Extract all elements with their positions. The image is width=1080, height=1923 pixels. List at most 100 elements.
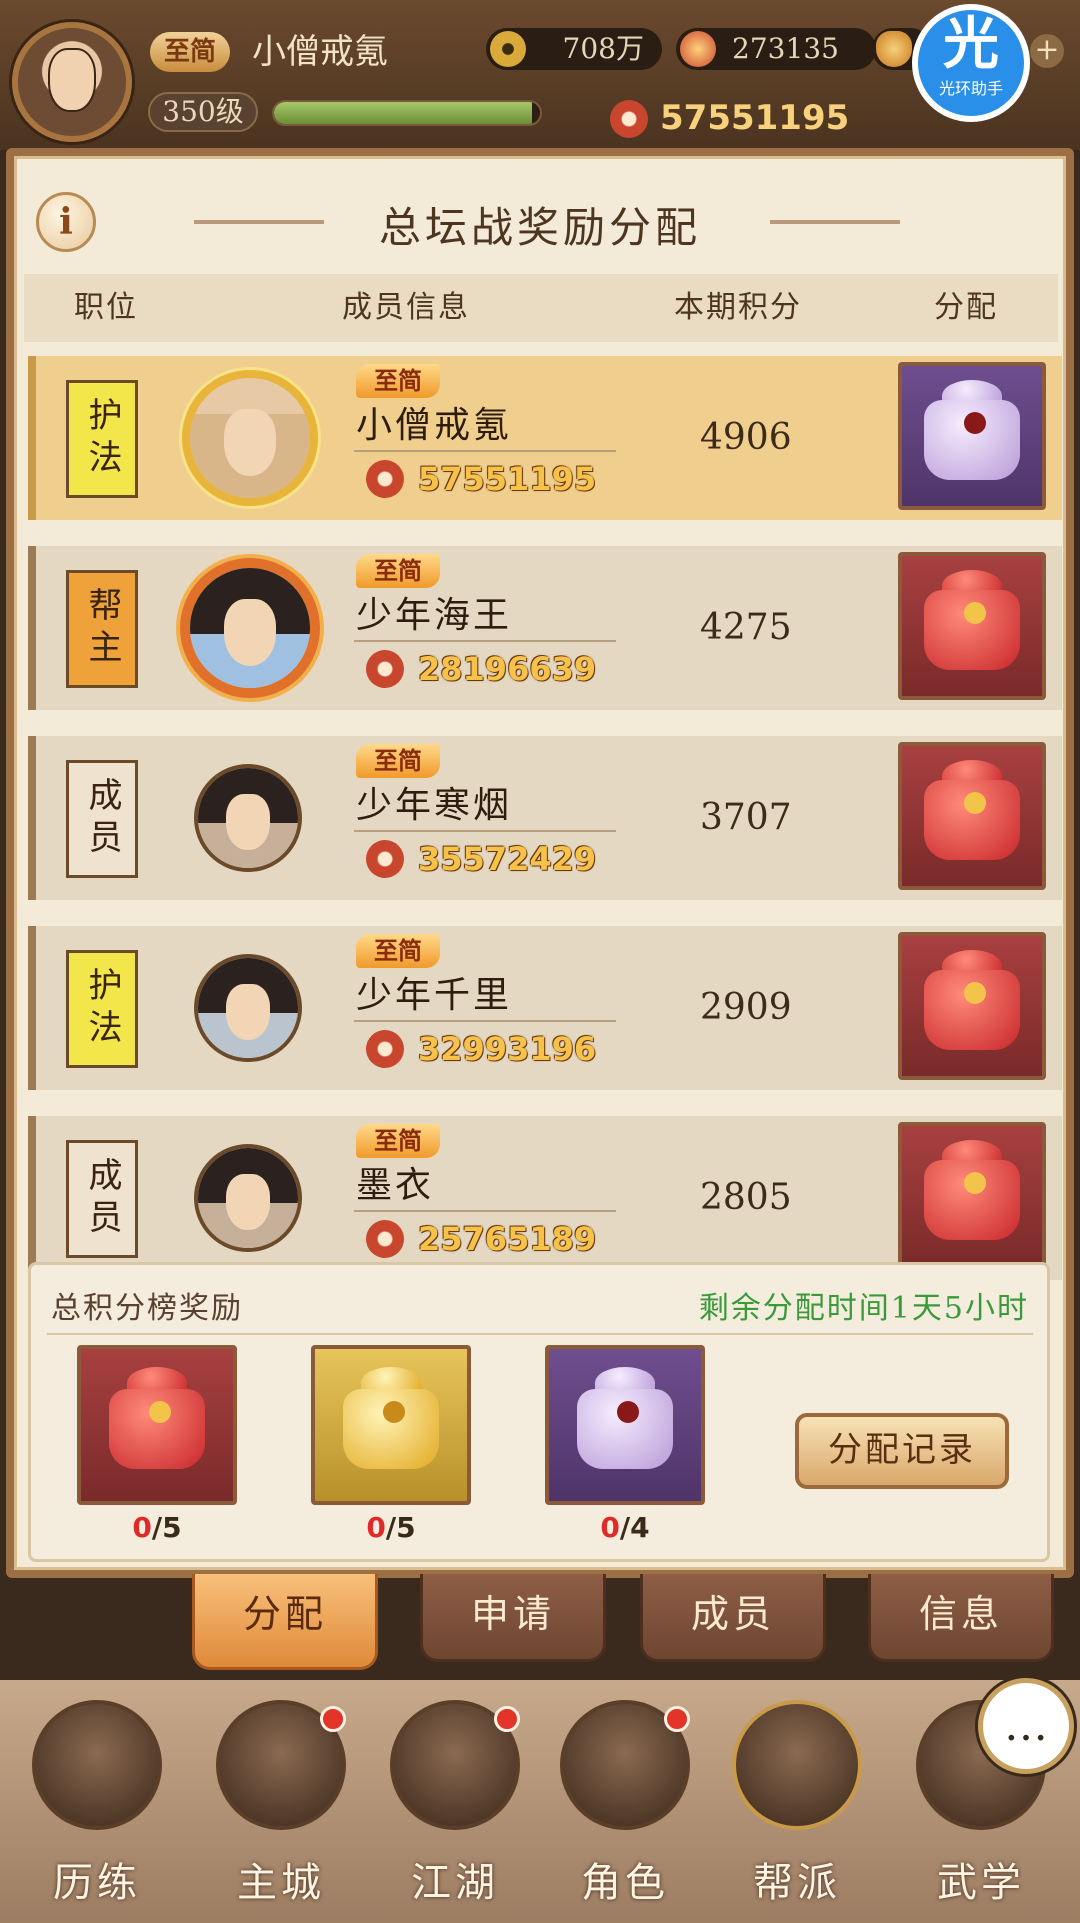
vip-badge: 至简 xyxy=(356,744,440,778)
vip-badge: 至简 xyxy=(356,1124,440,1158)
player-avatar[interactable] xyxy=(12,22,132,142)
name-divider xyxy=(354,1020,616,1022)
vip-badge: 至简 xyxy=(356,554,440,588)
reward-item[interactable]: 0/4 xyxy=(545,1345,705,1545)
member-power-value: 32993196 xyxy=(418,1030,597,1068)
rewards-divider xyxy=(47,1333,1033,1335)
nav-character[interactable]: 角色 xyxy=(550,1700,700,1915)
member-row: 帮主 至简 少年海王 28196639 4275 xyxy=(28,546,1062,710)
remaining-time: 剩余分配时间1天5小时 xyxy=(698,1291,1029,1326)
notification-dot xyxy=(494,1706,520,1732)
reward-count-current: 0 xyxy=(600,1511,620,1544)
power-icon xyxy=(366,840,404,878)
allocate-gift-button[interactable] xyxy=(898,1122,1046,1270)
player-name: 小僧戒氪 xyxy=(252,32,388,72)
rank-tag: 护法 xyxy=(66,950,138,1068)
header-score: 本期积分 xyxy=(674,290,802,325)
member-row: 护法 至简 小僧戒氪 57551195 4906 xyxy=(28,356,1062,520)
plus-icon[interactable]: + xyxy=(1030,34,1064,68)
gold-gift-box[interactable] xyxy=(311,1345,471,1505)
power-icon xyxy=(366,460,404,498)
reward-item[interactable]: 0/5 xyxy=(311,1345,471,1545)
member-power-value: 57551195 xyxy=(418,460,597,498)
member-list[interactable]: 护法 至简 小僧戒氪 57551195 4906 帮主 至简 少年海王 2819… xyxy=(28,356,1062,1302)
allocate-gift-button[interactable] xyxy=(898,742,1046,890)
guild-management-label: 帮派管 xyxy=(78,1620,175,1658)
exp-bar xyxy=(272,100,542,126)
member-row: 成员 至简 少年寒烟 35572429 3707 xyxy=(28,736,1062,900)
nav-label: 角色 xyxy=(581,1860,669,1906)
panel-title: 总坛战奖励分配 xyxy=(378,203,701,252)
member-power-value: 28196639 xyxy=(418,650,597,688)
notification-dot xyxy=(320,1706,346,1732)
player-power-value: 57551195 xyxy=(660,98,850,138)
rewards-title: 总积分榜奖励 xyxy=(51,1291,243,1326)
member-power-value: 25765189 xyxy=(418,1220,597,1258)
reward-count: 0/4 xyxy=(545,1511,705,1544)
power-icon xyxy=(366,1030,404,1068)
gem-amount: 273135 xyxy=(732,32,839,65)
tab-apply[interactable]: 申请 xyxy=(420,1574,606,1662)
notification-dot xyxy=(664,1706,690,1732)
member-avatar[interactable] xyxy=(194,764,302,872)
reward-count-total: /4 xyxy=(619,1511,650,1544)
rank-tag: 成员 xyxy=(66,1140,138,1258)
total-ranking-rewards: 总积分榜奖励 剩余分配时间1天5小时 0/5 0/5 0/4 分配记录 xyxy=(28,1262,1050,1562)
red-gift-box[interactable] xyxy=(77,1345,237,1505)
member-avatar[interactable] xyxy=(182,370,318,506)
nav-label: 江湖 xyxy=(411,1860,499,1906)
reward-item[interactable]: 0/5 xyxy=(77,1345,237,1545)
helper-logo: 光 xyxy=(943,12,999,77)
tab-members[interactable]: 成员 xyxy=(640,1574,826,1662)
helper-app-button[interactable]: 光 光环助手 xyxy=(912,4,1030,122)
reward-count-current: 0 xyxy=(132,1511,152,1544)
allocation-record-button[interactable]: 分配记录 xyxy=(795,1413,1009,1489)
member-name: 墨衣 xyxy=(356,1165,435,1206)
guild-icon xyxy=(732,1700,862,1830)
bottom-navigation: 历练 主城 江湖 角色 帮派 武学 xyxy=(0,1680,1080,1923)
ingot-icon xyxy=(876,31,912,67)
member-score: 4275 xyxy=(700,607,792,648)
member-avatar[interactable] xyxy=(194,954,302,1062)
purple-gift-box[interactable] xyxy=(545,1345,705,1505)
column-header: 职位 成员信息 本期积分 分配 xyxy=(24,274,1058,342)
guild-tabs: 帮派管 分配 申请 成员 信息 xyxy=(0,1574,1080,1674)
member-power: 32993196 xyxy=(366,1026,596,1072)
member-avatar[interactable] xyxy=(180,558,320,698)
member-avatar[interactable] xyxy=(194,1144,302,1252)
header-allocate: 分配 xyxy=(934,290,998,325)
copper-resource[interactable]: 708万 xyxy=(486,28,662,70)
chat-button[interactable]: … xyxy=(978,1678,1074,1774)
gem-resource[interactable]: 273135 xyxy=(676,28,876,70)
member-score: 2909 xyxy=(700,987,792,1028)
reward-count-current: 0 xyxy=(366,1511,386,1544)
nav-guild[interactable]: 帮派 xyxy=(722,1700,872,1915)
allocate-gift-button[interactable] xyxy=(898,552,1046,700)
member-score: 3707 xyxy=(700,797,792,838)
helper-label: 光环助手 xyxy=(938,79,1003,98)
member-name: 少年千里 xyxy=(356,975,513,1016)
nav-jianghu[interactable]: 江湖 xyxy=(380,1700,530,1915)
tab-info[interactable]: 信息 xyxy=(868,1574,1054,1662)
training-icon xyxy=(32,1700,162,1830)
member-row: 成员 至简 墨衣 25765189 2805 xyxy=(28,1116,1062,1280)
member-name: 小僧戒氪 xyxy=(356,405,513,446)
allocate-gift-button[interactable] xyxy=(898,932,1046,1080)
vip-badge: 至简 xyxy=(356,364,440,398)
nav-training[interactable]: 历练 xyxy=(22,1700,172,1915)
nav-main-city[interactable]: 主城 xyxy=(206,1700,356,1915)
member-power-value: 35572429 xyxy=(418,840,597,878)
name-divider xyxy=(354,1210,616,1212)
power-icon xyxy=(610,100,648,138)
reward-count: 0/5 xyxy=(311,1511,471,1544)
power-icon xyxy=(366,1220,404,1258)
reward-count-total: /5 xyxy=(151,1511,182,1544)
name-divider xyxy=(354,640,616,642)
top-hud: 至简 小僧戒氪 350级 708万 273135 + 57551195 光 光环… xyxy=(0,0,1080,150)
member-power: 35572429 xyxy=(366,836,596,882)
tab-allocate[interactable]: 分配 xyxy=(192,1574,378,1670)
nav-label: 武学 xyxy=(937,1860,1025,1906)
vip-badge: 至简 xyxy=(150,32,231,72)
allocate-gift-button[interactable] xyxy=(898,362,1046,510)
player-level: 350级 xyxy=(148,92,258,132)
